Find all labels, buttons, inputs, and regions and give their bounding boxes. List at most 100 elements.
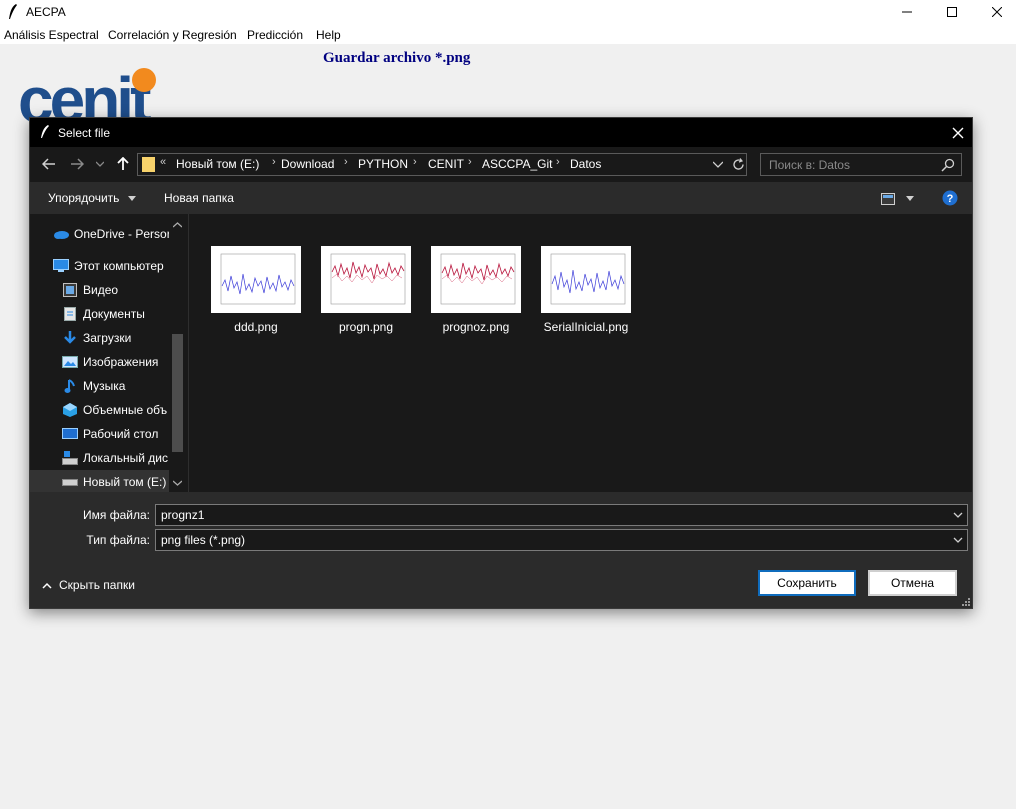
address-bar[interactable]: « Новый том (E:) › Download › PYTHON › C… [137, 153, 747, 176]
chevron-right-icon: › [344, 156, 348, 168]
sidebar-item-label: Загрузки [83, 331, 132, 345]
sidebar-item-music[interactable]: Музыка [62, 374, 172, 398]
arrow-up-icon [117, 157, 129, 170]
sidebar-item-desktop[interactable]: Рабочий стол [62, 422, 172, 446]
desktop-icon [62, 426, 78, 442]
filetype-label: Тип файла: [86, 533, 150, 547]
chevron-right-icon: › [468, 156, 472, 168]
file-thumbnail [541, 246, 631, 313]
breadcrumb-asccpa-git[interactable]: ASCCPA_Git [482, 157, 552, 171]
sidebar-item-drive-e[interactable]: Новый том (E:) [30, 470, 172, 492]
sidebar-item-label: OneDrive - Persor [74, 227, 171, 241]
breadcrumb-download[interactable]: Download [281, 157, 334, 171]
new-folder-button[interactable]: Новая папка [164, 191, 234, 205]
minimize-button[interactable] [884, 0, 930, 24]
filename-label: Имя файла: [83, 508, 150, 522]
sidebar-item-3d-objects[interactable]: Объемные объ [62, 398, 172, 422]
app-title: AECPA [26, 5, 66, 19]
folder-icon [142, 157, 155, 172]
file-name: SerialInicial.png [543, 320, 629, 334]
chevron-down-icon[interactable] [953, 510, 963, 520]
forward-button[interactable] [66, 153, 88, 175]
drive-icon [62, 474, 78, 490]
3d-objects-icon [62, 402, 78, 418]
breadcrumb-cenit[interactable]: CENIT [428, 157, 464, 171]
local-disk-icon [62, 450, 78, 466]
sidebar-item-label: Видео [83, 283, 119, 297]
maximize-button[interactable] [929, 0, 975, 24]
page-heading: Guardar archivo *.png [323, 50, 471, 66]
file-item[interactable]: ddd.png [210, 246, 302, 344]
view-options-button[interactable] [881, 191, 915, 205]
recent-locations-button[interactable] [93, 153, 107, 175]
close-button[interactable] [974, 0, 1016, 24]
breadcrumb-drive[interactable]: Новый том (E:) [176, 157, 259, 171]
dialog-bottom-pane: Имя файла: prognz1 Тип файла: png files … [30, 492, 972, 608]
hide-folders-button[interactable]: Скрыть папки [42, 578, 135, 592]
breadcrumb-overflow[interactable]: « [160, 156, 166, 168]
minimize-icon [902, 11, 912, 13]
save-file-dialog: Select file « Новый том (E:) › Download … [29, 117, 973, 609]
sidebar-item-documents[interactable]: Документы [62, 302, 172, 326]
file-item[interactable]: progn.png [320, 246, 412, 344]
close-icon [992, 7, 1002, 17]
sidebar-item-label: Музыка [83, 379, 126, 393]
file-item[interactable]: SerialInicial.png [540, 246, 632, 344]
sidebar-item-label: Документы [83, 307, 145, 321]
menu-help[interactable]: Help [316, 28, 341, 42]
sidebar-item-pictures[interactable]: Изображения [62, 350, 172, 374]
dialog-titlebar: Select file [30, 118, 972, 147]
file-name: ddd.png [234, 320, 278, 334]
computer-icon [53, 258, 69, 274]
sidebar-item-onedrive[interactable]: OneDrive - Persor [53, 222, 171, 246]
sidebar-scrollbar[interactable] [169, 214, 186, 492]
search-icon [941, 158, 955, 172]
help-icon: ? [942, 190, 958, 206]
sidebar-item-downloads[interactable]: Загрузки [62, 326, 172, 350]
menu-correlacion-regresion[interactable]: Correlación y Regresión [108, 28, 237, 42]
search-input[interactable]: Поиск в: Datos [760, 153, 962, 176]
caret-down-icon [906, 196, 915, 202]
save-button[interactable]: Сохранить [758, 570, 856, 596]
file-item[interactable]: prognoz.png [430, 246, 522, 344]
chevron-up-icon [42, 582, 52, 589]
breadcrumb-datos[interactable]: Datos [570, 157, 601, 171]
menu-analisis-espectral[interactable]: Análisis Espectral [4, 28, 99, 42]
chevron-down-icon[interactable] [953, 535, 963, 545]
menu-prediccion[interactable]: Predicción [247, 28, 303, 42]
filename-input[interactable]: prognz1 [155, 504, 968, 526]
caret-down-icon [127, 196, 136, 202]
menubar: Análisis Espectral Correlación y Regresi… [0, 24, 1016, 44]
up-folder-button[interactable] [114, 153, 132, 175]
svg-text:?: ? [947, 193, 954, 205]
chevron-right-icon: › [556, 156, 560, 168]
chevron-down-icon[interactable] [173, 480, 182, 486]
file-name: prognoz.png [442, 320, 510, 334]
view-icon [881, 192, 895, 205]
dialog-close-button[interactable] [944, 121, 972, 145]
chevron-down-icon [96, 161, 104, 167]
cancel-button[interactable]: Отмена [868, 570, 957, 596]
organize-button[interactable]: Упорядочить [48, 191, 136, 205]
chevron-down-icon[interactable] [713, 161, 723, 168]
music-icon [62, 378, 78, 394]
resize-grip-icon[interactable] [961, 597, 970, 606]
sidebar-item-this-pc[interactable]: Этот компьютер [53, 254, 171, 278]
filetype-select[interactable]: png files (*.png) [155, 529, 968, 551]
navigation-pane: OneDrive - Persor Этот компьютер Видео Д… [30, 214, 188, 492]
breadcrumb-python[interactable]: PYTHON [358, 157, 408, 171]
help-button[interactable]: ? [942, 190, 958, 209]
sidebar-item-video[interactable]: Видео [62, 278, 172, 302]
hide-folders-label: Скрыть папки [59, 578, 135, 592]
filename-value: prognz1 [161, 508, 205, 522]
back-button[interactable] [38, 153, 60, 175]
chevron-up-icon[interactable] [173, 222, 182, 228]
sidebar-item-local-disk[interactable]: Локальный дис [62, 446, 172, 470]
refresh-icon[interactable] [732, 158, 745, 171]
sidebar-item-label: Изображения [83, 355, 159, 369]
filetype-value: png files (*.png) [161, 533, 246, 547]
scrollbar-thumb[interactable] [172, 334, 183, 452]
navigation-row: « Новый том (E:) › Download › PYTHON › C… [30, 147, 972, 182]
organize-label: Упорядочить [48, 191, 120, 205]
feather-icon [41, 125, 49, 138]
